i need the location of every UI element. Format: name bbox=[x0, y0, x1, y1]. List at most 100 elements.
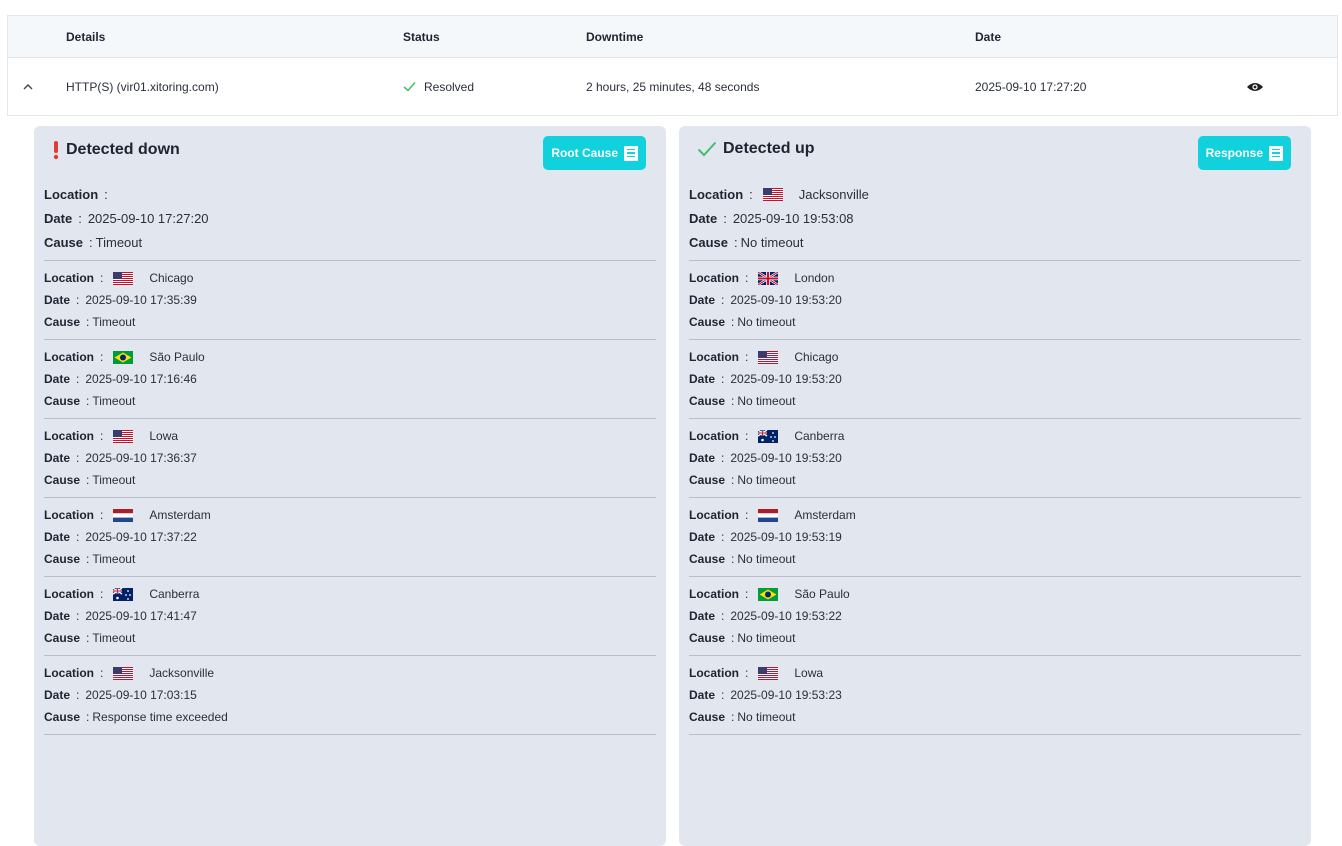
cause-label: Cause bbox=[689, 473, 726, 487]
list-item: Location: Lowa Date:2025-09-10 19:53:23 Cau… bbox=[689, 656, 1301, 735]
separator: : bbox=[89, 234, 93, 250]
location-value: Amsterdam bbox=[149, 508, 211, 522]
cause-value: No timeout bbox=[737, 473, 796, 487]
location-line: Location: bbox=[44, 182, 656, 206]
cause-label: Cause bbox=[44, 473, 81, 487]
document-icon bbox=[1269, 145, 1283, 161]
date-label: Date bbox=[689, 210, 718, 226]
separator: : bbox=[86, 631, 90, 645]
cause-line: Cause: Timeout bbox=[44, 311, 656, 333]
cause-label: Cause bbox=[689, 315, 726, 329]
date-label: Date bbox=[689, 530, 716, 544]
flag-br-icon bbox=[113, 350, 134, 364]
separator: : bbox=[721, 688, 725, 702]
flag-gb-icon bbox=[758, 271, 779, 285]
date-label: Date bbox=[44, 530, 71, 544]
date-line: Date:2025-09-10 17:35:39 bbox=[44, 289, 656, 311]
separator: : bbox=[76, 609, 80, 623]
cause-label: Cause bbox=[689, 552, 726, 566]
date-label: Date bbox=[44, 293, 71, 307]
date-label: Date bbox=[44, 609, 71, 623]
root-cause-button[interactable]: Root Cause bbox=[543, 136, 646, 170]
date-line: Date:2025-09-10 17:37:22 bbox=[44, 526, 656, 548]
row-details: HTTP(S) (vir01.xitoring.com) bbox=[66, 79, 219, 94]
location-label: Location bbox=[44, 666, 94, 680]
list-item: Location: Lowa Date:2025-09-10 17:36:37 Cau… bbox=[44, 419, 656, 498]
detected-up-list: Location: Jacksonville Date:2025-09-10 19:… bbox=[689, 176, 1301, 735]
separator: : bbox=[721, 293, 725, 307]
date-line: Date:2025-09-10 17:16:46 bbox=[44, 368, 656, 390]
cause-line: Cause: Timeout bbox=[44, 548, 656, 570]
location-label: Location bbox=[44, 587, 94, 601]
location-line: Location: Amsterdam bbox=[689, 504, 1301, 526]
cause-line: Cause: Timeout bbox=[44, 469, 656, 491]
location-label: Location bbox=[44, 429, 94, 443]
separator: : bbox=[86, 394, 90, 408]
date-line: Date:2025-09-10 17:36:37 bbox=[44, 447, 656, 469]
list-item: Location: São Paulo Date:2025-09-10 17:16:… bbox=[44, 340, 656, 419]
location-line: Location: Lowa bbox=[689, 662, 1301, 684]
cause-line: Cause: Timeout bbox=[44, 230, 656, 254]
incident-table: Details Status Downtime Date HTTP(S) (vi… bbox=[7, 15, 1338, 116]
location-value: Jacksonville bbox=[798, 186, 869, 202]
list-item: Location: Canberra Date:2025-09-10 17:41:4… bbox=[44, 577, 656, 656]
location-label: Location bbox=[689, 587, 739, 601]
cause-label: Cause bbox=[44, 552, 81, 566]
separator: : bbox=[86, 552, 90, 566]
separator: : bbox=[78, 210, 82, 226]
location-label: Location bbox=[44, 186, 99, 202]
cause-label: Cause bbox=[44, 234, 84, 250]
location-line: Location: Chicago bbox=[44, 267, 656, 289]
separator: : bbox=[86, 473, 90, 487]
separator: : bbox=[100, 666, 104, 680]
location-label: Location bbox=[689, 508, 739, 522]
separator: : bbox=[721, 530, 725, 544]
separator: : bbox=[731, 315, 735, 329]
separator: : bbox=[745, 666, 749, 680]
detected-up-title-text: Detected up bbox=[723, 140, 815, 157]
separator: : bbox=[100, 508, 104, 522]
detected-up-title: Detected up bbox=[697, 140, 815, 158]
row-status: Resolved bbox=[403, 80, 474, 94]
date-line: Date:2025-09-10 17:27:20 bbox=[44, 206, 656, 230]
detected-down-header: Detected down Root Cause bbox=[44, 126, 656, 176]
location-line: Location: Jacksonville bbox=[689, 182, 1301, 206]
location-value: Chicago bbox=[149, 271, 194, 285]
date-line: Date:2025-09-10 17:03:15 bbox=[44, 684, 656, 706]
separator: : bbox=[745, 429, 749, 443]
cause-line: Cause: Timeout bbox=[44, 390, 656, 412]
cause-label: Cause bbox=[44, 315, 81, 329]
flag-au-icon bbox=[113, 587, 134, 601]
separator: : bbox=[100, 429, 104, 443]
date-value: 2025-09-10 19:53:20 bbox=[730, 293, 842, 307]
separator: : bbox=[76, 372, 80, 386]
separator: : bbox=[76, 530, 80, 544]
header-downtime: Downtime bbox=[586, 29, 644, 44]
chevron-up-icon[interactable] bbox=[22, 81, 34, 93]
response-button[interactable]: Response bbox=[1197, 136, 1291, 170]
cause-value: Timeout bbox=[92, 631, 136, 645]
location-line: Location: São Paulo bbox=[689, 583, 1301, 605]
cause-value: Timeout bbox=[92, 394, 136, 408]
date-value: 2025-09-10 17:16:46 bbox=[85, 372, 197, 386]
table-row[interactable]: HTTP(S) (vir01.xitoring.com) Resolved 2 … bbox=[8, 58, 1337, 115]
date-value: 2025-09-10 17:35:39 bbox=[85, 293, 197, 307]
cause-line: Cause: No timeout bbox=[689, 627, 1301, 649]
separator: : bbox=[76, 451, 80, 465]
separator: : bbox=[734, 234, 738, 250]
date-value: 2025-09-10 19:53:22 bbox=[730, 609, 842, 623]
separator: : bbox=[86, 315, 90, 329]
date-line: Date:2025-09-10 19:53:19 bbox=[689, 526, 1301, 548]
eye-icon[interactable] bbox=[1246, 81, 1264, 93]
separator: : bbox=[745, 587, 749, 601]
date-value: 2025-09-10 19:53:19 bbox=[730, 530, 842, 544]
location-label: Location bbox=[689, 186, 744, 202]
date-line: Date:2025-09-10 19:53:23 bbox=[689, 684, 1301, 706]
flag-us-icon bbox=[762, 187, 783, 201]
date-label: Date bbox=[689, 609, 716, 623]
cause-line: Cause: Response time exceeded bbox=[44, 706, 656, 728]
date-value: 2025-09-10 17:03:15 bbox=[85, 688, 197, 702]
cause-line: Cause: Timeout bbox=[44, 627, 656, 649]
location-value: Canberra bbox=[794, 429, 845, 443]
list-item: Location: Canberra Date:2025-09-10 19:53:2… bbox=[689, 419, 1301, 498]
